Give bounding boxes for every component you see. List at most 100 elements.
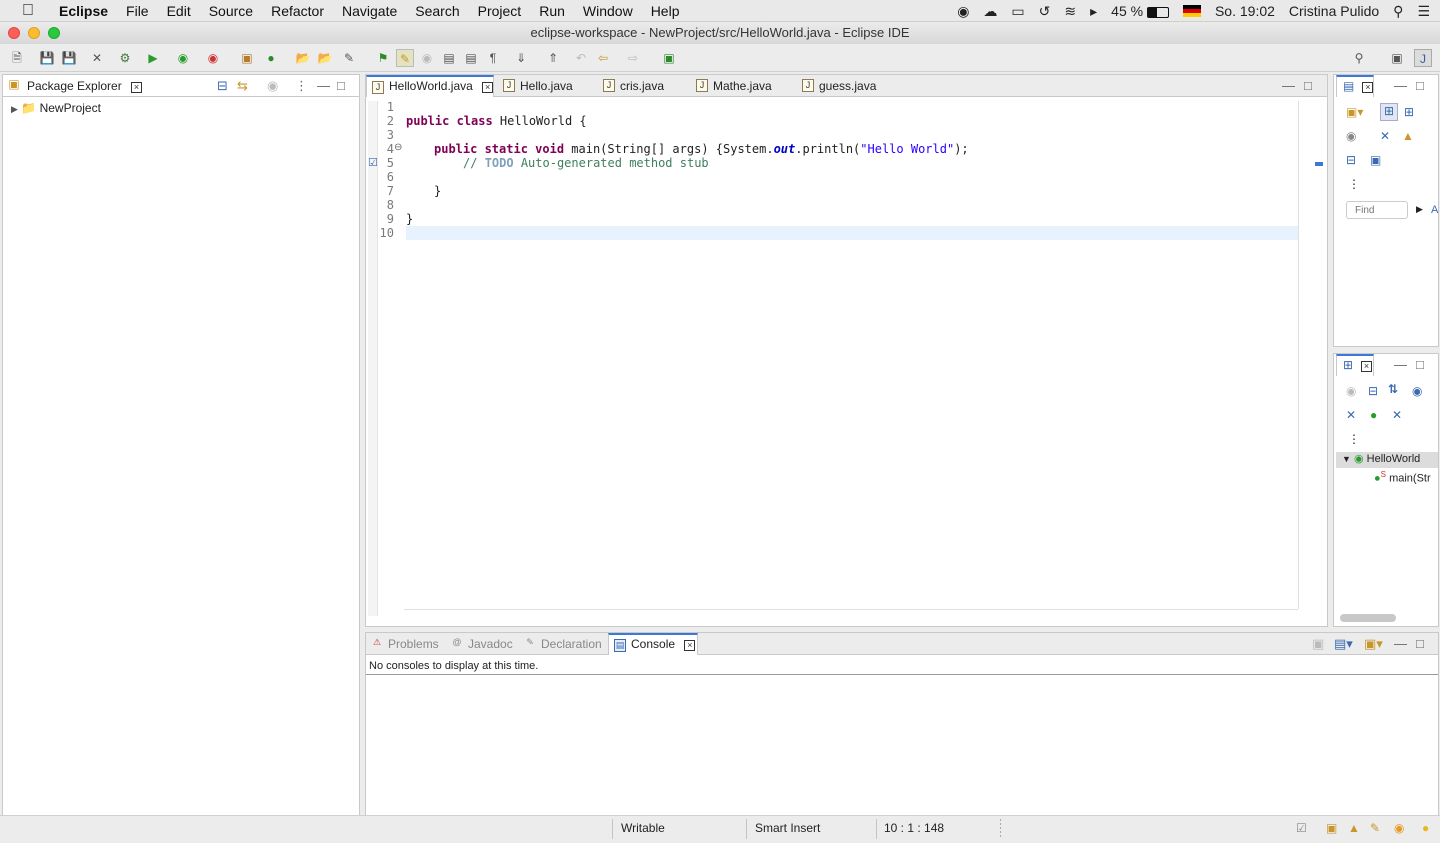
tab-console[interactable]: ▤ Console × <box>608 633 698 655</box>
forward-icon[interactable]: ⇨ <box>624 49 642 67</box>
outline-item-method[interactable]: ●S main(Str <box>1374 470 1431 485</box>
new-task-icon[interactable]: ▣▾ <box>1346 105 1363 119</box>
menu-project[interactable]: Project <box>469 3 531 19</box>
task-marker-icon[interactable]: ☑ <box>368 156 378 169</box>
wifi-icon[interactable]: ≋ <box>1064 3 1076 20</box>
tab-mathe-java[interactable]: J Mathe.java <box>691 75 772 97</box>
notification-center-icon[interactable]: ☰ <box>1417 3 1430 20</box>
german-flag-icon[interactable] <box>1182 5 1201 17</box>
apple-icon[interactable]:  <box>18 2 38 20</box>
quick-access-search-icon[interactable]: ⚲ <box>1350 49 1368 67</box>
outline-item-class[interactable]: ▼ ◉ HelloWorld <box>1342 452 1420 465</box>
code-line-7[interactable]: } <box>434 184 441 198</box>
minimize-icon[interactable]: — <box>1394 636 1407 651</box>
code-line-9[interactable]: } <box>406 212 413 226</box>
hide-static-icon[interactable]: ✕ <box>1346 408 1356 422</box>
book-icon[interactable]: ▣ <box>1326 821 1337 835</box>
run-icon[interactable]: ▶ <box>144 49 162 67</box>
volume-icon[interactable]: ▸ <box>1090 3 1097 20</box>
tab-guess-java[interactable]: J guess.java <box>797 75 876 97</box>
paragraph-icon[interactable]: ¶ <box>484 49 502 67</box>
show-whitespace-icon[interactable]: ▤ <box>462 49 480 67</box>
find-input[interactable] <box>1346 201 1408 219</box>
hide-nonpublic-icon[interactable]: ● <box>1370 408 1377 422</box>
find-arrow-icon[interactable]: ▶ <box>1416 204 1423 215</box>
search-toolbar-icon[interactable]: ✎ <box>340 49 358 67</box>
back-icon[interactable]: ⇦ <box>594 49 612 67</box>
external-tools-icon[interactable]: ◉ <box>204 49 222 67</box>
lightbulb-icon[interactable]: ● <box>1422 821 1429 835</box>
view-menu-icon[interactable]: ⋮ <box>295 78 308 94</box>
save-all-icon[interactable]: 💾 <box>60 49 78 67</box>
menu-refactor[interactable]: Refactor <box>262 3 333 19</box>
open-perspective-button-icon[interactable]: ▣ <box>1388 49 1406 67</box>
tab-cris-java[interactable]: J cris.java <box>598 75 664 97</box>
open-perspective-icon[interactable]: ▣ <box>660 49 678 67</box>
maximize-icon[interactable]: □ <box>337 78 345 93</box>
fold-collapse-icon[interactable]: ⊖ <box>394 142 402 153</box>
menu-window[interactable]: Window <box>574 3 642 19</box>
tab-javadoc[interactable]: @ Javadoc <box>446 633 512 655</box>
time-machine-icon[interactable]: ↺ <box>1039 3 1051 20</box>
graduation-cap-icon[interactable]: ▲ <box>1348 821 1360 835</box>
horizontal-scrollbar[interactable] <box>1340 614 1396 622</box>
new-class-icon[interactable]: ● <box>262 49 280 67</box>
open-console-icon[interactable]: ▣▾ <box>1364 636 1383 652</box>
airplay-icon[interactable]: ▭ <box>1011 3 1024 20</box>
tab-declaration[interactable]: ✎ Declaration <box>519 633 601 655</box>
toggle-breadcrumb-icon[interactable]: ⚑ <box>374 49 392 67</box>
menu-run[interactable]: Run <box>530 3 574 19</box>
view-menu-icon[interactable]: ⋮ <box>1348 177 1360 191</box>
hide-fields-icon[interactable]: ◉ <box>1412 384 1422 398</box>
user-name[interactable]: Cristina Pulido <box>1289 3 1379 19</box>
open-task-icon[interactable]: 📂 <box>316 49 334 67</box>
new-package-icon[interactable]: ▣ <box>238 49 256 67</box>
pin-icon[interactable]: ✕ <box>88 49 106 67</box>
link-with-editor-icon[interactable]: ⇆ <box>237 78 248 94</box>
minimize-icon[interactable]: — <box>317 78 330 93</box>
filter-completed-icon[interactable]: ◉ <box>1346 129 1356 143</box>
word-wrap-icon[interactable]: ▤ <box>440 49 458 67</box>
menu-edit[interactable]: Edit <box>158 3 200 19</box>
collapse-all-icon[interactable]: ⊟ <box>1368 384 1378 398</box>
previous-annotation-icon[interactable]: ⇑ <box>544 49 562 67</box>
creative-cloud-icon[interactable]: ◉ <box>957 3 969 20</box>
code-line-4[interactable]: public static void main(String[] args) {… <box>434 142 969 156</box>
new-icon[interactable]: 🗎 <box>8 49 26 67</box>
package-explorer-tab[interactable]: ▣ Package Explorer × <box>3 75 143 97</box>
minimize-window-button[interactable] <box>28 27 40 39</box>
coverage-icon[interactable]: ◉ <box>174 49 192 67</box>
outline-tab[interactable]: ⊞ × <box>1336 354 1374 376</box>
close-window-button[interactable] <box>8 27 20 39</box>
filter-icon[interactable]: ◉ <box>267 78 278 94</box>
sort-icon[interactable]: ⇅ <box>1388 382 1398 396</box>
task-list-tab[interactable]: ▤ × <box>1336 75 1374 97</box>
save-icon[interactable]: 💾 <box>38 49 56 67</box>
toggle-block-selection-icon[interactable]: ◉ <box>418 49 436 67</box>
display-console-icon[interactable]: ▤▾ <box>1334 636 1353 652</box>
menu-file[interactable]: File <box>117 3 158 19</box>
minimize-icon[interactable]: — <box>1282 78 1295 93</box>
close-icon[interactable]: × <box>131 82 143 93</box>
view-menu-icon[interactable]: ⋮ <box>1348 432 1360 446</box>
battery-status[interactable]: 45 % <box>1111 3 1169 19</box>
next-annotation-icon[interactable]: ⇓ <box>512 49 530 67</box>
maximize-icon[interactable]: □ <box>1416 357 1424 372</box>
close-icon[interactable]: × <box>482 82 494 93</box>
sync-icon[interactable]: ▣ <box>1370 153 1381 167</box>
tree-item-newproject[interactable]: ▶ 📁 NewProject <box>11 101 101 115</box>
last-edit-icon[interactable]: ↶ <box>572 49 590 67</box>
filter-icon[interactable]: ◉ <box>1346 384 1356 398</box>
debug-icon[interactable]: ⚙ <box>116 49 134 67</box>
menu-help[interactable]: Help <box>642 3 689 19</box>
status-insert-mode[interactable]: Smart Insert <box>755 821 820 835</box>
open-type-icon[interactable]: 📂 <box>294 49 312 67</box>
clock[interactable]: So. 19:02 <box>1215 3 1275 19</box>
maximize-icon[interactable]: □ <box>1416 636 1424 651</box>
scheduled-icon[interactable]: ⊞ <box>1404 105 1414 119</box>
menu-eclipse[interactable]: Eclipse <box>50 3 117 19</box>
close-icon[interactable]: × <box>1362 82 1374 93</box>
hide-local-types-icon[interactable]: ✕ <box>1392 408 1402 422</box>
hide-completed-icon[interactable]: ✕ <box>1380 129 1390 143</box>
cloud-icon[interactable]: ☁ <box>983 3 997 20</box>
